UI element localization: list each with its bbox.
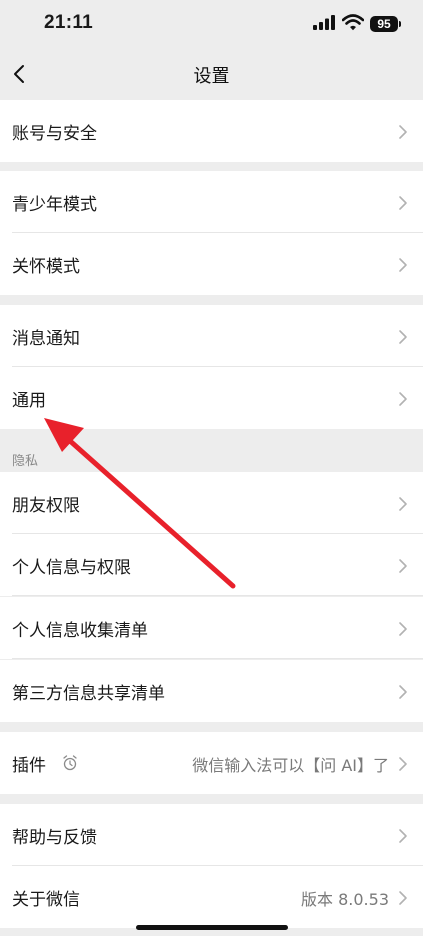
battery-icon: 95 [370, 16, 398, 32]
navigation-bar: 设置 [0, 50, 423, 100]
chevron-right-icon [399, 196, 407, 210]
notifications-row[interactable]: 消息通知 [0, 305, 423, 367]
status-time: 21:11 [44, 12, 94, 33]
friend-permissions-row[interactable]: 朋友权限 [0, 472, 423, 534]
plugins-label: 插件 [12, 756, 46, 776]
account-security-label: 账号与安全 [12, 124, 97, 144]
third-party-sharing-label: 第三方信息共享清单 [12, 684, 165, 704]
personal-info-permissions-row[interactable]: 个人信息与权限 [0, 534, 423, 596]
row-divider [12, 658, 423, 659]
about-wechat-label: 关于微信 [12, 890, 80, 910]
row-divider [12, 595, 423, 596]
chevron-right-icon [399, 497, 407, 511]
youth-mode-row[interactable]: 青少年模式 [0, 171, 423, 233]
chevron-right-icon [399, 757, 407, 771]
care-mode-row[interactable]: 关怀模式 [0, 233, 423, 295]
battery-tip [399, 21, 401, 27]
plugins-value: 微信输入法可以【问 AI】了 [192, 756, 389, 775]
status-bar: 21:11 95 [0, 0, 423, 50]
chevron-right-icon [399, 330, 407, 344]
youth-mode-label: 青少年模式 [12, 195, 97, 215]
cellular-signal-icon [313, 15, 335, 30]
chevron-right-icon [399, 622, 407, 636]
personal-info-permissions-label: 个人信息与权限 [12, 558, 131, 578]
help-feedback-row[interactable]: 帮助与反馈 [0, 804, 423, 866]
notifications-label: 消息通知 [12, 329, 80, 349]
chevron-right-icon [399, 125, 407, 139]
chevron-right-icon [399, 392, 407, 406]
wifi-icon [342, 14, 364, 31]
chevron-right-icon [399, 685, 407, 699]
alarm-clock-icon [63, 755, 77, 771]
care-mode-label: 关怀模式 [12, 257, 80, 277]
third-party-sharing-row[interactable]: 第三方信息共享清单 [0, 660, 423, 722]
chevron-right-icon [399, 258, 407, 272]
personal-info-collection-row[interactable]: 个人信息收集清单 [0, 597, 423, 659]
general-label: 通用 [12, 391, 46, 411]
friend-permissions-label: 朋友权限 [12, 496, 80, 516]
help-feedback-label: 帮助与反馈 [12, 828, 97, 848]
general-row[interactable]: 通用 [0, 367, 423, 429]
chevron-right-icon [399, 829, 407, 843]
chevron-right-icon [399, 891, 407, 905]
version-value: 版本 8.0.53 [301, 890, 389, 909]
chevron-right-icon [399, 559, 407, 573]
home-indicator[interactable] [136, 925, 288, 930]
personal-info-collection-label: 个人信息收集清单 [12, 621, 148, 641]
account-security-row[interactable]: 账号与安全 [0, 100, 423, 162]
plugins-row[interactable]: 插件 微信输入法可以【问 AI】了 [0, 732, 423, 794]
page-title: 设置 [193, 66, 230, 87]
about-wechat-row[interactable]: 关于微信 版本 8.0.53 [0, 866, 423, 928]
privacy-section-header: 隐私 [12, 454, 39, 469]
